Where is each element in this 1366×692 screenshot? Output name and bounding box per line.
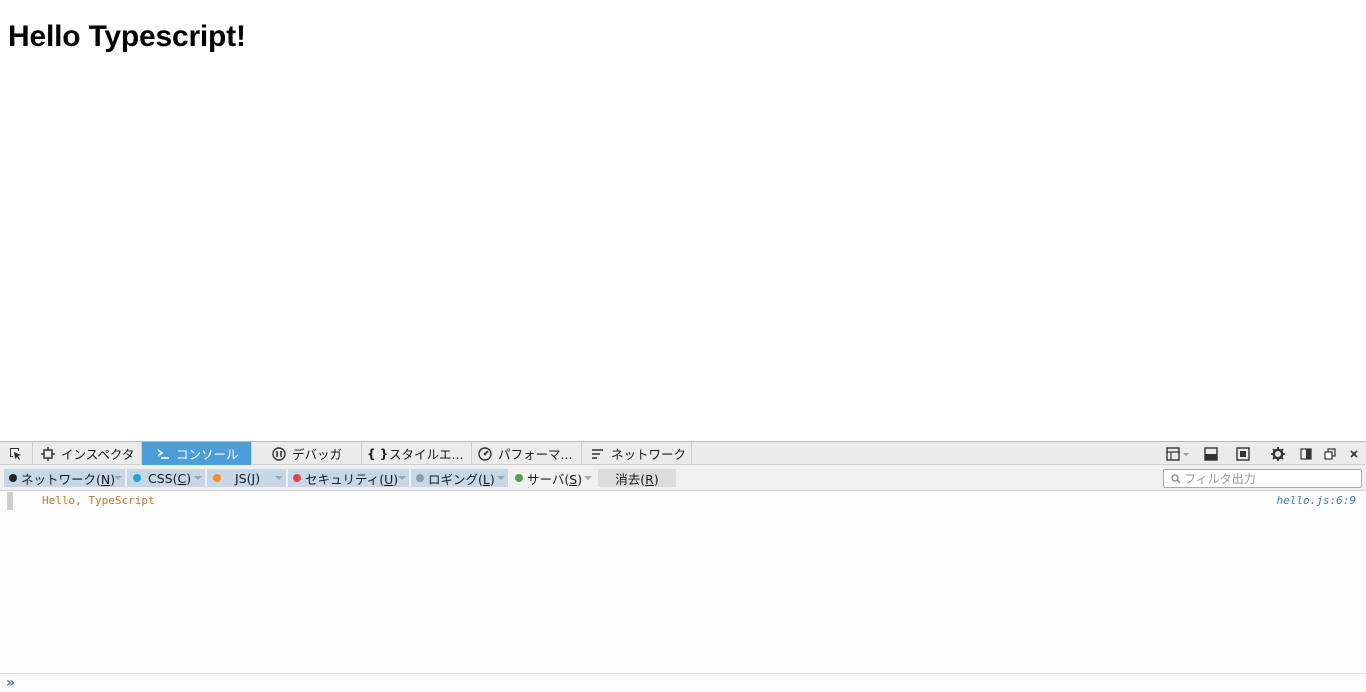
search-placeholder: フィルタ出力	[1184, 472, 1256, 486]
split-console-button[interactable]	[1203, 446, 1219, 462]
devtools-panel: インスペクタ コンソール デバッガ { } スタイルエ... パフォーマ... …	[0, 441, 1366, 692]
element-picker-icon	[10, 447, 21, 460]
settings-button[interactable]	[1270, 446, 1286, 462]
dock-side-icon	[1300, 448, 1312, 460]
tab-debugger[interactable]: デバッガ	[252, 442, 362, 465]
filter-logging-button[interactable]: ロギング(L)	[411, 469, 508, 487]
filter-label: JS(J)	[235, 470, 261, 486]
undock-window-button[interactable]	[1322, 446, 1338, 462]
web-page: Hello Typescript!	[0, 0, 1366, 441]
inspector-icon	[41, 446, 55, 461]
performance-icon	[478, 446, 492, 461]
tab-console[interactable]: コンソール	[142, 442, 252, 465]
tab-label: パフォーマ...	[498, 447, 573, 462]
filter-label: ロギング(L)	[428, 471, 495, 487]
console-output: Hello, TypeScript hello.js:6:9	[0, 491, 1366, 673]
console-input[interactable]: »	[0, 673, 1366, 692]
element-picker-button[interactable]	[0, 442, 33, 465]
network-icon	[592, 448, 603, 459]
network-dot-icon	[9, 474, 17, 482]
chevron-down-icon	[194, 476, 202, 480]
tab-label: インスペクタ	[61, 447, 135, 462]
filter-output-input[interactable]: フィルタ出力	[1163, 469, 1362, 488]
chevron-down-icon	[275, 476, 283, 480]
close-devtools-button[interactable]	[1346, 446, 1362, 462]
filter-security-button[interactable]: セキュリティ(U)	[288, 469, 409, 487]
style-editor-icon: { }	[367, 446, 389, 461]
toolbox-options-button[interactable]	[1165, 446, 1191, 462]
server-dot-icon	[515, 474, 523, 482]
log-source-link[interactable]: hello.js:6:9	[1277, 494, 1356, 507]
tab-performance[interactable]: パフォーマ...	[472, 442, 582, 465]
tab-label: コンソール	[176, 447, 239, 462]
dock-side-button[interactable]	[1298, 446, 1314, 462]
console-filter-bar: ネットワーク(N) CSS(C) JS(J) セキュリティ(U) ロギング(L)…	[0, 465, 1366, 491]
js-dot-icon	[213, 474, 221, 482]
security-dot-icon	[293, 474, 301, 482]
split-console-icon	[1204, 447, 1218, 461]
css-dot-icon	[133, 474, 141, 482]
logging-dot-icon	[416, 474, 424, 482]
tab-label: ネットワーク	[611, 447, 687, 462]
chevron-down-icon	[398, 476, 406, 480]
log-row: Hello, TypeScript hello.js:6:9	[0, 491, 1366, 511]
filter-label: ネットワーク(N)	[21, 471, 116, 487]
responsive-icon	[1236, 447, 1250, 461]
debugger-icon	[272, 446, 286, 461]
filter-server-button[interactable]: サーバ(S)	[510, 469, 595, 487]
responsive-mode-button[interactable]	[1235, 446, 1251, 462]
search-icon	[1171, 473, 1181, 483]
page-heading: Hello Typescript!	[8, 20, 246, 53]
tab-label: スタイルエ...	[389, 447, 464, 462]
console-icon	[157, 448, 169, 459]
log-message: Hello, TypeScript	[42, 494, 155, 507]
filter-css-button[interactable]: CSS(C)	[127, 469, 205, 487]
tab-inspector[interactable]: インスペクタ	[33, 442, 142, 465]
filter-network-button[interactable]: ネットワーク(N)	[4, 469, 125, 487]
prompt-chevron-icon: »	[6, 675, 16, 691]
chevron-down-icon	[114, 476, 122, 480]
tab-label: デバッガ	[292, 447, 343, 462]
tab-network[interactable]: ネットワーク	[582, 442, 692, 465]
chevron-down-icon	[497, 476, 505, 480]
devtools-toolbar: インスペクタ コンソール デバッガ { } スタイルエ... パフォーマ... …	[0, 441, 1366, 465]
clear-console-button[interactable]: 消去(R)	[598, 469, 676, 487]
layout-icon	[1166, 447, 1189, 461]
filter-js-button[interactable]: JS(J)	[207, 469, 286, 487]
filter-label: セキュリティ(U)	[305, 471, 399, 487]
clear-label: 消去(R)	[615, 471, 659, 487]
filter-label: サーバ(S)	[527, 471, 583, 487]
message-category-marker	[7, 492, 13, 510]
tab-style-editor[interactable]: { } スタイルエ...	[362, 442, 472, 465]
gear-icon	[1271, 447, 1285, 461]
chevron-down-icon	[584, 476, 592, 480]
separate-window-icon	[1324, 448, 1336, 460]
close-icon	[1350, 450, 1358, 458]
filter-label: CSS(C)	[148, 470, 192, 486]
